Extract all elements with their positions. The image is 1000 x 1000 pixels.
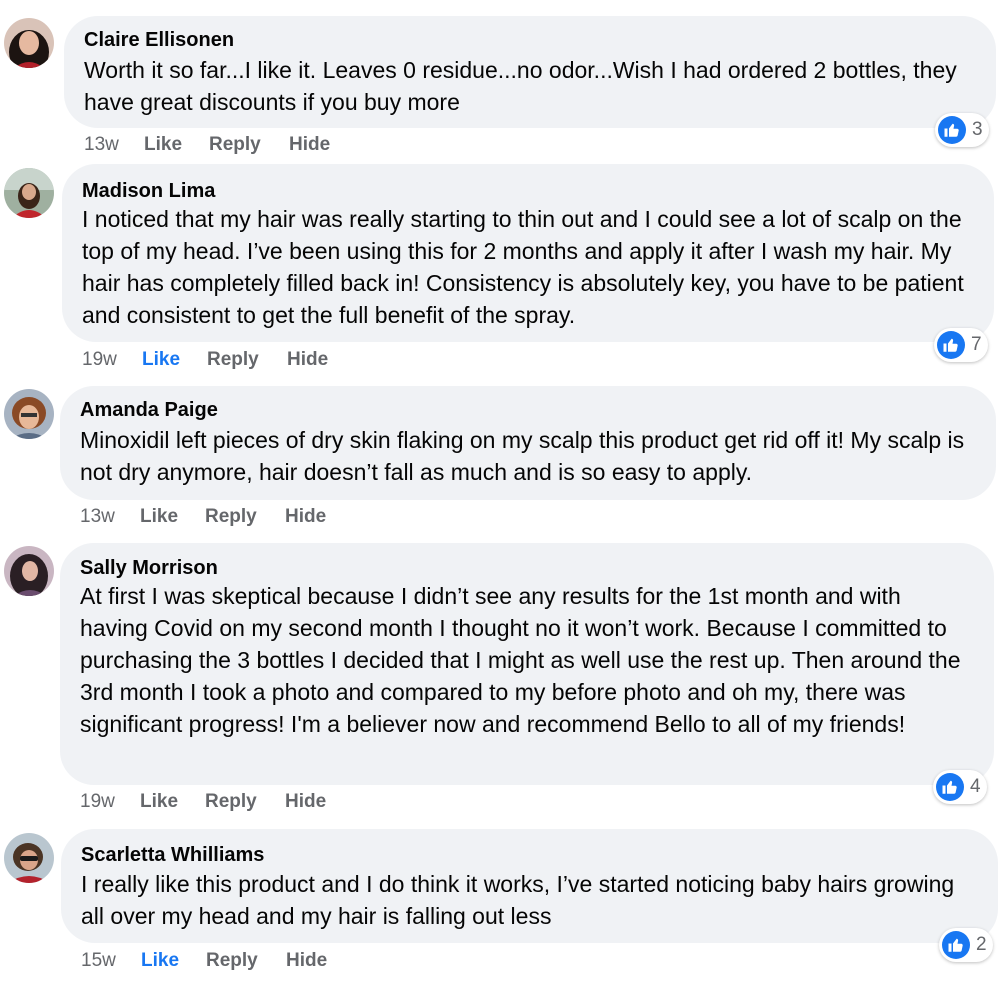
comment-author[interactable]: Madison Lima (82, 180, 215, 203)
avatar[interactable] (4, 18, 54, 68)
hide-button[interactable]: Hide (285, 506, 326, 528)
like-icon (936, 773, 964, 801)
comment-time[interactable]: 13w (80, 506, 115, 528)
comment-bubble: Amanda Paige Minoxidil left pieces of dr… (60, 386, 996, 500)
reply-button[interactable]: Reply (207, 349, 259, 371)
hide-button[interactable]: Hide (289, 134, 330, 156)
like-icon (938, 116, 966, 144)
like-button[interactable]: Like (140, 506, 178, 528)
comment-text: Worth it so far...I like it. Leaves 0 re… (84, 57, 957, 115)
like-button[interactable]: Like (144, 134, 182, 156)
comment-bubble: Sally Morrison At first I was skeptical … (60, 543, 994, 785)
reaction-count: 3 (972, 119, 983, 140)
reaction-summary[interactable]: 7 (934, 328, 988, 362)
comment-bubble: Claire Ellisonen Worth it so far...I lik… (64, 16, 996, 128)
reaction-count: 7 (971, 334, 982, 355)
comment-time[interactable]: 19w (80, 791, 115, 813)
hide-button[interactable]: Hide (285, 791, 326, 813)
comment-time[interactable]: 19w (82, 349, 117, 371)
comment-bubble: Madison Lima I noticed that my hair was … (62, 164, 994, 342)
reaction-summary[interactable]: 3 (935, 113, 989, 147)
comment-author[interactable]: Scarletta Whilliams (81, 844, 264, 867)
comment-time[interactable]: 15w (81, 950, 116, 972)
hide-button[interactable]: Hide (287, 349, 328, 371)
like-button[interactable]: Like (141, 950, 179, 972)
avatar[interactable] (4, 833, 54, 883)
comment-bubble: Scarletta Whilliams I really like this p… (61, 829, 998, 943)
hide-button[interactable]: Hide (286, 950, 327, 972)
reply-button[interactable]: Reply (206, 950, 258, 972)
like-button[interactable]: Like (142, 349, 180, 371)
reaction-count: 4 (970, 776, 981, 797)
avatar[interactable] (4, 389, 54, 439)
comment-text: Minoxidil left pieces of dry skin flakin… (80, 427, 965, 485)
comment-text: I noticed that my hair was really starti… (82, 206, 964, 328)
comment-author[interactable]: Claire Ellisonen (84, 29, 234, 52)
avatar[interactable] (4, 546, 54, 596)
reaction-count: 2 (976, 934, 987, 955)
comment-time[interactable]: 13w (84, 134, 119, 156)
reaction-summary[interactable]: 4 (933, 770, 987, 804)
reply-button[interactable]: Reply (205, 506, 257, 528)
comment-text: I really like this product and I do thin… (81, 871, 955, 929)
like-icon (937, 331, 965, 359)
comment-text: At first I was skeptical because I didn’… (80, 583, 961, 737)
like-icon (942, 931, 970, 959)
like-button[interactable]: Like (140, 791, 178, 813)
reply-button[interactable]: Reply (209, 134, 261, 156)
reply-button[interactable]: Reply (205, 791, 257, 813)
comment-author[interactable]: Amanda Paige (80, 399, 218, 422)
comment-author[interactable]: Sally Morrison (80, 557, 218, 580)
avatar[interactable] (4, 168, 54, 218)
reaction-summary[interactable]: 2 (939, 928, 993, 962)
